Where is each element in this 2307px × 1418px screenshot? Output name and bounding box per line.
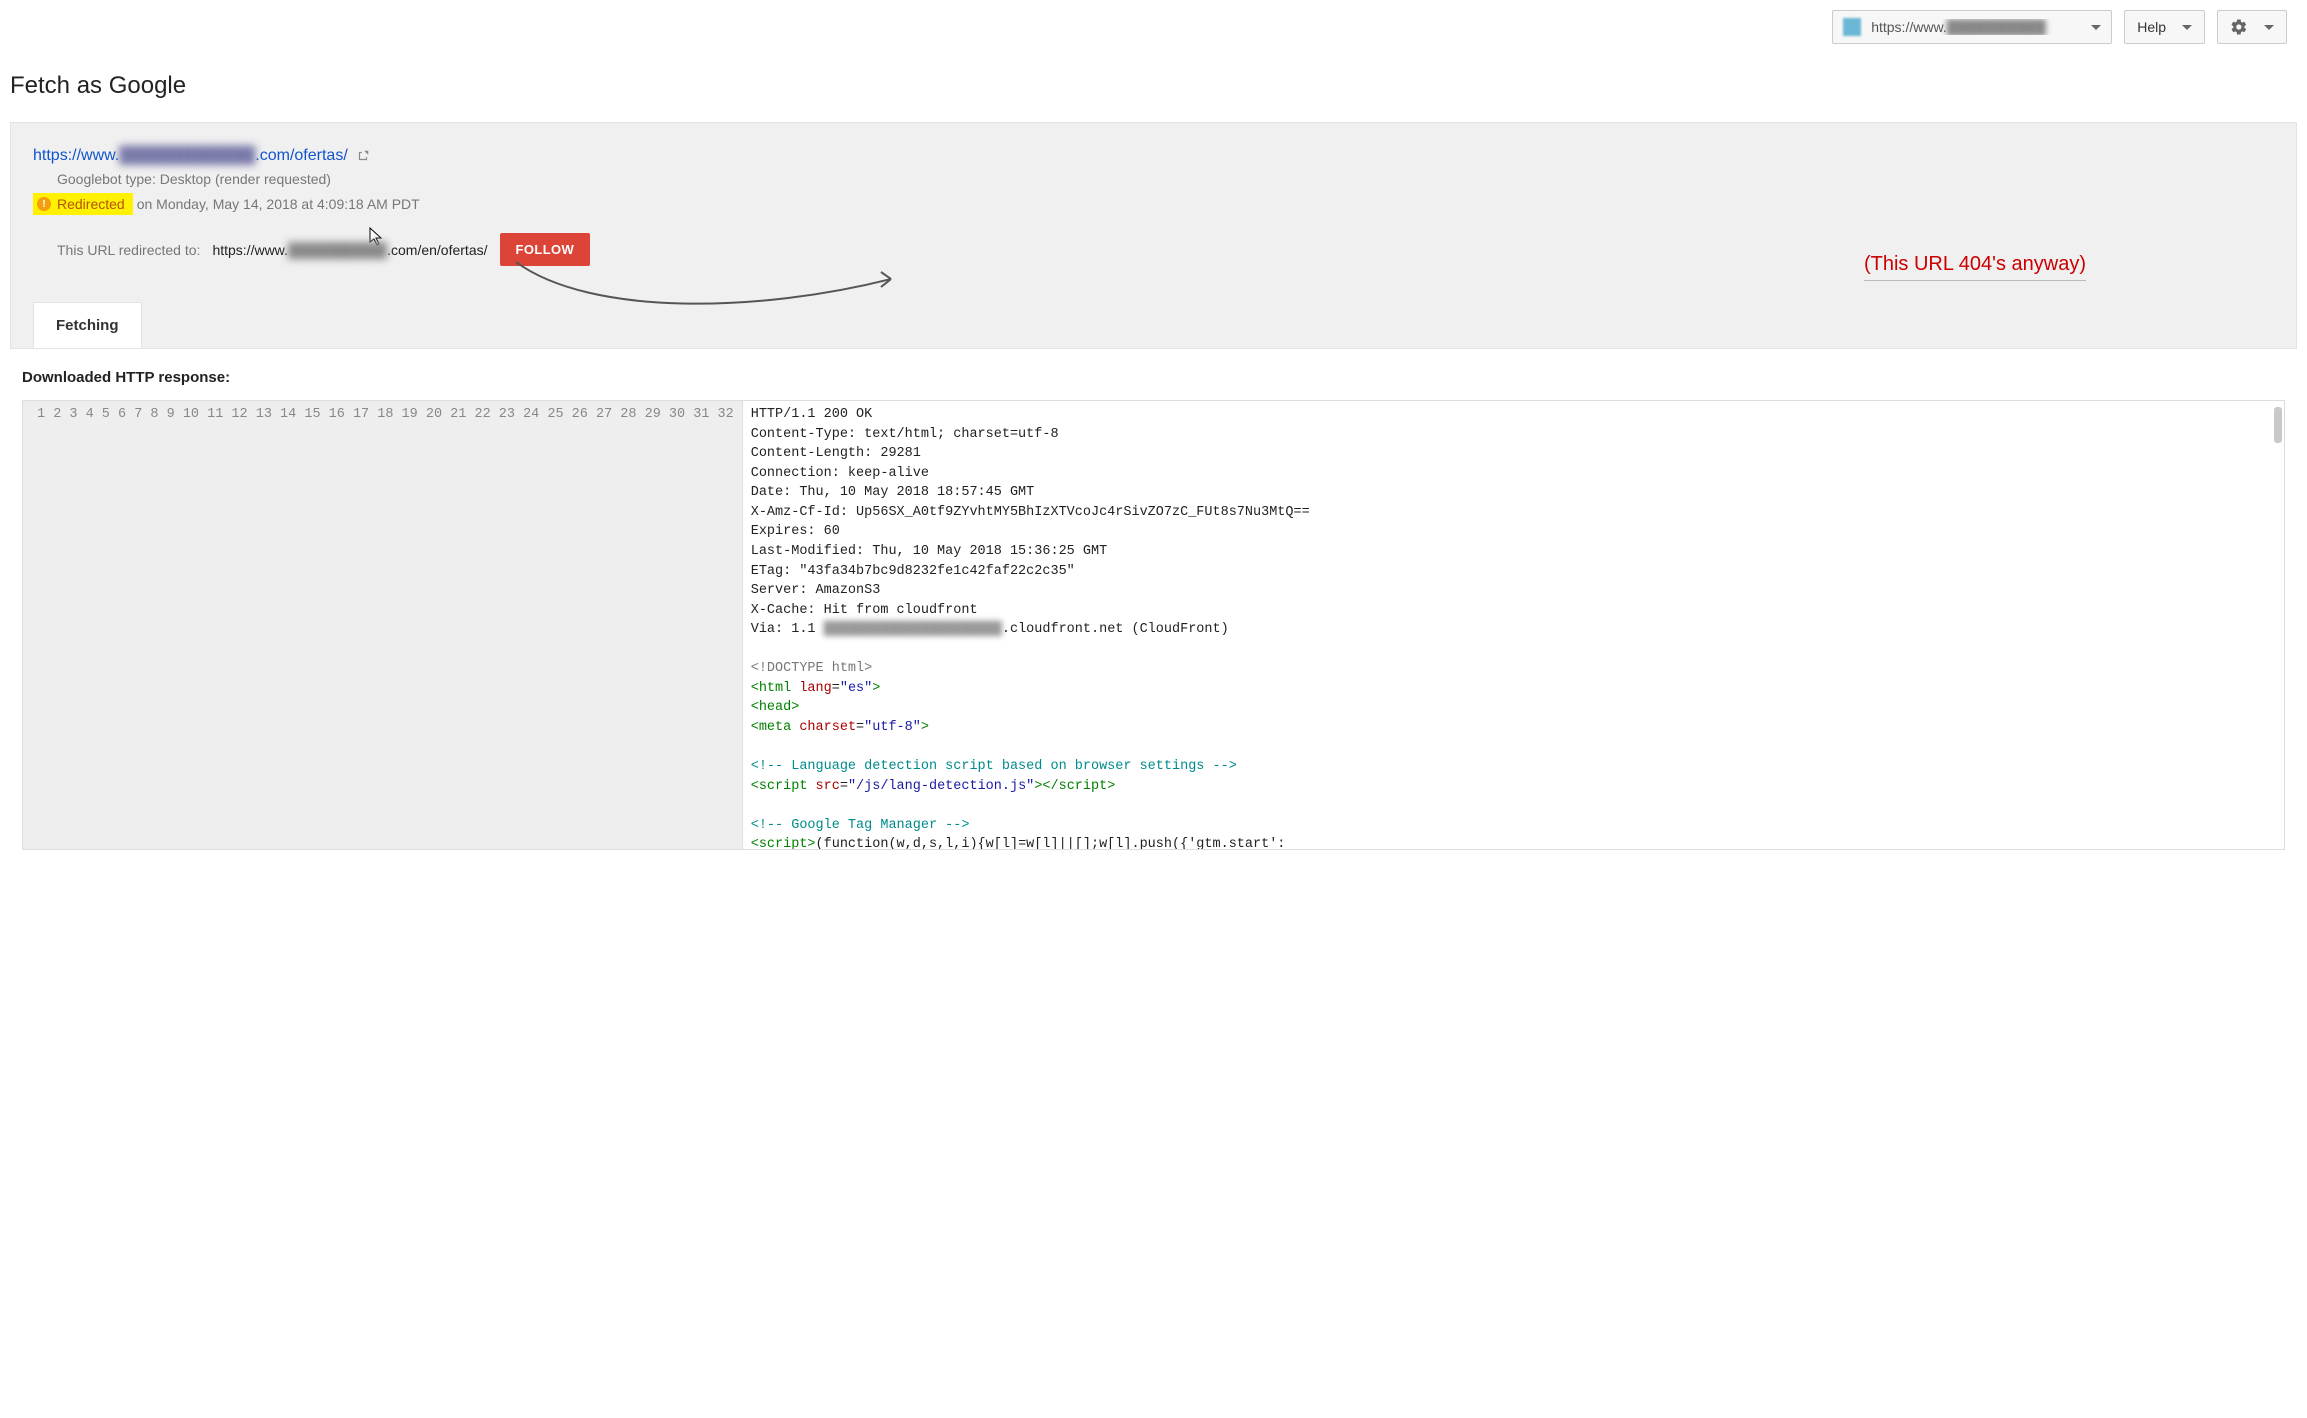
- googlebot-type-label: Googlebot type: Desktop (render requeste…: [57, 171, 2274, 187]
- fetched-url-row: https://www.████████████.com/ofertas/: [33, 147, 2274, 165]
- chevron-down-icon: [2091, 25, 2101, 30]
- status-timestamp: on Monday, May 14, 2018 at 4:09:18 AM PD…: [137, 196, 420, 212]
- external-link-icon: [356, 149, 370, 163]
- top-bar: https://www.██████████ Help: [0, 0, 2307, 54]
- site-favicon-icon: [1843, 18, 1861, 36]
- tab-fetching[interactable]: Fetching: [33, 302, 142, 348]
- settings-button[interactable]: [2217, 10, 2287, 44]
- status-word: Redirected: [57, 196, 125, 212]
- fetch-details-panel: https://www.████████████.com/ofertas/ Go…: [10, 122, 2297, 349]
- status-line: ! Redirected on Monday, May 14, 2018 at …: [33, 193, 2274, 215]
- annotation-text: (This URL 404's anyway): [1864, 253, 2086, 281]
- response-section: Downloaded HTTP response: 1 2 3 4 5 6 7 …: [0, 349, 2307, 850]
- help-button[interactable]: Help: [2124, 10, 2205, 44]
- status-badge: ! Redirected: [33, 193, 133, 215]
- fetched-url-link[interactable]: https://www.████████████.com/ofertas/: [33, 147, 348, 165]
- redirect-label: This URL redirected to:: [57, 242, 200, 258]
- site-selector-label: https://www.██████████: [1871, 19, 2081, 35]
- code-content[interactable]: HTTP/1.1 200 OK Content-Type: text/html;…: [743, 401, 2284, 849]
- http-response-code[interactable]: 1 2 3 4 5 6 7 8 9 10 11 12 13 14 15 16 1…: [22, 400, 2285, 850]
- help-label: Help: [2137, 19, 2166, 35]
- follow-button[interactable]: FOLLOW: [500, 233, 591, 266]
- scrollbar-thumb[interactable]: [2274, 407, 2282, 443]
- gear-icon: [2230, 18, 2248, 36]
- chevron-down-icon: [2264, 25, 2274, 30]
- response-heading: Downloaded HTTP response:: [22, 369, 2285, 386]
- site-selector[interactable]: https://www.██████████: [1832, 10, 2112, 44]
- page-title: Fetch as Google: [0, 54, 2307, 122]
- tabs: Fetching: [33, 302, 2274, 348]
- warning-icon: !: [37, 197, 51, 211]
- redirect-target: https://www.██████████.com/en/ofertas/: [212, 242, 487, 258]
- chevron-down-icon: [2182, 25, 2192, 30]
- code-gutter: 1 2 3 4 5 6 7 8 9 10 11 12 13 14 15 16 1…: [23, 401, 743, 849]
